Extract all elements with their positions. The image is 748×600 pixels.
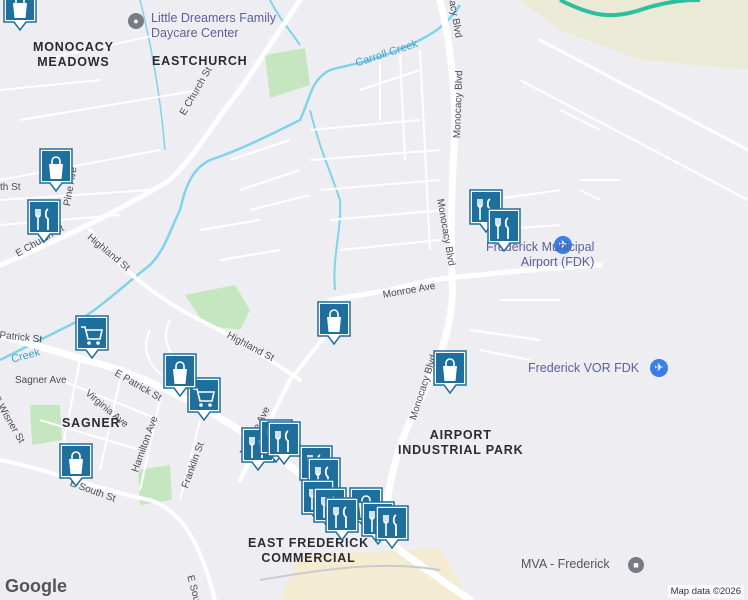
map-attribution[interactable]: Map data ©2026 bbox=[667, 585, 744, 598]
map-marker-restaurant[interactable] bbox=[486, 207, 522, 253]
commercial-area bbox=[280, 548, 470, 600]
map-marker-restaurant[interactable] bbox=[324, 496, 360, 542]
restaurant-icon bbox=[27, 199, 61, 244]
shopping-cart-icon bbox=[75, 315, 109, 360]
airport-icon[interactable]: ✈ bbox=[554, 236, 572, 254]
restaurant-icon bbox=[375, 505, 409, 550]
map-marker-shopping-bag[interactable] bbox=[38, 147, 74, 193]
road-airport-2 bbox=[519, 79, 748, 201]
map-marker-shopping-bag[interactable] bbox=[2, 0, 38, 32]
shopping-bag-icon bbox=[39, 148, 73, 193]
map-marker-restaurant[interactable] bbox=[266, 420, 302, 466]
airport-vor-icon[interactable]: ✈ bbox=[650, 359, 668, 377]
shopping-bag-icon bbox=[59, 443, 93, 488]
restaurant-icon bbox=[325, 497, 359, 542]
map-marker-restaurant[interactable] bbox=[26, 198, 62, 244]
google-logo: Google bbox=[5, 576, 67, 596]
road-monroe bbox=[327, 262, 603, 303]
map-marker-shopping-bag[interactable] bbox=[432, 349, 468, 395]
shopping-bag-icon bbox=[317, 301, 351, 346]
restaurant-icon bbox=[267, 421, 301, 466]
map-marker-shopping-bag[interactable] bbox=[162, 352, 198, 398]
government-building-icon[interactable]: ■ bbox=[628, 557, 644, 573]
creek-line bbox=[309, 109, 342, 291]
map-marker-shopping-bag[interactable] bbox=[316, 300, 352, 346]
map-canvas[interactable]: MONOCACY MEADOWS EASTCHURCH SAGNER AIRPO… bbox=[0, 0, 748, 600]
restaurant-icon bbox=[487, 208, 521, 253]
park-area bbox=[265, 48, 310, 98]
shopping-bag-icon bbox=[433, 350, 467, 395]
map-marker-restaurant[interactable] bbox=[374, 504, 410, 550]
map-marker-shopping-cart[interactable] bbox=[74, 314, 110, 360]
shopping-bag-icon bbox=[3, 0, 37, 32]
park-area bbox=[185, 285, 250, 330]
shopping-bag-icon bbox=[163, 353, 197, 398]
daycare-icon[interactable]: ● bbox=[128, 13, 144, 29]
map-marker-shopping-bag[interactable] bbox=[58, 442, 94, 488]
